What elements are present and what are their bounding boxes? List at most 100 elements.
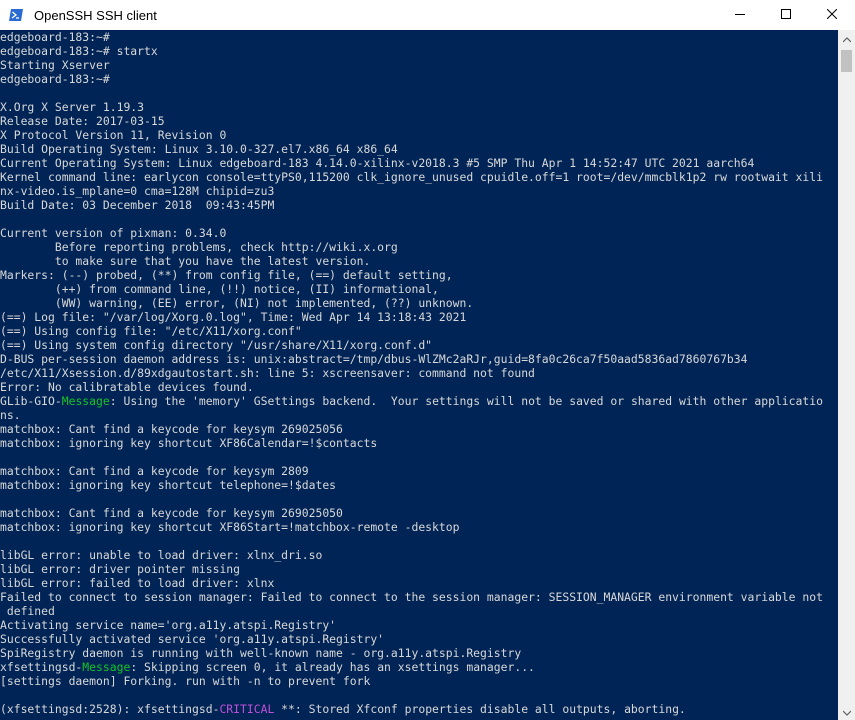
terminal-line: libGL error: driver pointer missing	[0, 562, 838, 576]
terminal-line: Successfully activated service 'org.a11y…	[0, 632, 838, 646]
terminal-line: Markers: (--) probed, (**) from config f…	[0, 268, 838, 282]
terminal-line: defined	[0, 604, 838, 618]
window-controls	[717, 0, 855, 30]
terminal-text: Build Date: 03 December 2018 09:43:45PM	[0, 198, 275, 212]
terminal-line: edgeboard-183:~#	[0, 30, 838, 44]
terminal-line: edgeboard-183:~# startx	[0, 44, 838, 58]
terminal-highlight-text: Message	[61, 394, 110, 408]
terminal-line: xfsettingsd-Message: Skipping screen 0, …	[0, 660, 838, 674]
chevron-up-icon	[842, 30, 851, 48]
terminal-highlight-text: CRITICAL	[219, 702, 275, 716]
minimize-icon	[735, 6, 745, 24]
terminal-line: (==) Using config file: "/etc/X11/xorg.c…	[0, 324, 838, 338]
terminal-text: (++) from command line, (!!) notice, (II…	[0, 282, 439, 296]
terminal-line: (++) from command line, (!!) notice, (II…	[0, 282, 838, 296]
scroll-thumb[interactable]	[841, 50, 852, 72]
terminal-line: D-BUS per-session daemon address is: uni…	[0, 352, 838, 366]
terminal-text: GLib-GIO-	[0, 394, 62, 408]
terminal-text: edgeboard-183:~#	[0, 30, 110, 44]
terminal-text: : Skipping screen 0, it already has an x…	[130, 660, 535, 674]
terminal-text: (xfsettingsd:2528): xfsettingsd-	[0, 702, 220, 716]
terminal-line: Current version of pixman: 0.34.0	[0, 226, 838, 240]
terminal-line: Kernel command line: earlycon console=tt…	[0, 170, 838, 184]
minimize-button[interactable]	[717, 0, 763, 30]
maximize-button[interactable]	[763, 0, 809, 30]
terminal-text: X Protocol Version 11, Revision 0	[0, 128, 227, 142]
terminal-line: nx-video.is_mplane=0 cma=128M chipid=zu3	[0, 184, 838, 198]
terminal-line: to make sure that you have the latest ve…	[0, 254, 838, 268]
terminal-line: matchbox: ignoring key shortcut XF86Cale…	[0, 436, 838, 450]
terminal-text: Release Date: 2017-03-15	[0, 114, 165, 128]
terminal-line: Starting Xserver	[0, 58, 838, 72]
terminal-line: Build Operating System: Linux 3.10.0-327…	[0, 142, 838, 156]
scroll-down-button[interactable]	[838, 703, 855, 720]
terminal-text: Build Operating System: Linux 3.10.0-327…	[0, 142, 398, 156]
terminal-line: Failed to connect to session manager: Fa…	[0, 590, 838, 604]
terminal-line: [settings daemon] Forking. run with -n t…	[0, 674, 838, 688]
terminal-line: Current Operating System: Linux edgeboar…	[0, 156, 838, 170]
terminal-line: Activating service name='org.a11y.atspi.…	[0, 618, 838, 632]
terminal-line: matchbox: Cant find a keycode for keysym…	[0, 464, 838, 478]
terminal-line: SpiRegistry daemon is running with well-…	[0, 646, 838, 660]
vertical-scrollbar[interactable]	[838, 30, 855, 720]
terminal-text: Current version of pixman: 0.34.0	[0, 226, 227, 240]
window-title: OpenSSH SSH client	[34, 7, 157, 23]
close-button[interactable]	[809, 0, 855, 30]
terminal-text: **: Stored Xfconf properties disable all…	[274, 702, 686, 716]
terminal-text: edgeboard-183:~#	[0, 72, 110, 86]
terminal-line: ns.	[0, 408, 838, 422]
terminal-line: matchbox: Cant find a keycode for keysym…	[0, 506, 838, 520]
terminal-text: ns.	[0, 408, 21, 422]
terminal-line: (==) Log file: "/var/log/Xorg.0.log", Ti…	[0, 310, 838, 324]
terminal-text: libGL error: failed to load driver: xlnx	[0, 576, 275, 590]
terminal-text: : Using the 'memory' GSettings backend. …	[109, 394, 823, 408]
terminal-text: edgeboard-183:~# startx	[0, 44, 158, 58]
terminal-text: Markers: (--) probed, (**) from config f…	[0, 268, 453, 282]
terminal-output[interactable]: edgeboard-183:~# edgeboard-183:~# startx S…	[0, 30, 838, 720]
terminal-text: Activating service name='org.a11y.atspi.…	[0, 618, 337, 632]
terminal-line: Before reporting problems, check http://…	[0, 240, 838, 254]
ssh-client-window: OpenSSH SSH client edgeboard-183:~# edgeb…	[0, 0, 855, 720]
terminal-text: Current Operating System: Linux edgeboar…	[0, 156, 755, 170]
terminal-text: matchbox: ignoring key shortcut XF86Star…	[0, 520, 460, 534]
terminal-text: matchbox: Cant find a keycode for keysym…	[0, 506, 343, 520]
terminal-text: Failed to connect to session manager: Fa…	[0, 590, 823, 604]
terminal-highlight-text: Message	[82, 660, 131, 674]
terminal-text: Kernel command line: earlycon console=tt…	[0, 170, 823, 184]
terminal-line: Build Date: 03 December 2018 09:43:45PM	[0, 198, 838, 212]
terminal-line: X Protocol Version 11, Revision 0	[0, 128, 838, 142]
close-icon	[826, 6, 838, 24]
terminal-line: (xfsettingsd:2528): xfsettingsd-CRITICAL…	[0, 702, 838, 716]
terminal-line: matchbox: ignoring key shortcut XF86Star…	[0, 520, 838, 534]
terminal-text: to make sure that you have the latest ve…	[0, 254, 371, 268]
scroll-up-button[interactable]	[838, 30, 855, 47]
terminal-text: X.Org X Server 1.19.3	[0, 100, 145, 114]
terminal-line: matchbox: ignoring key shortcut telephon…	[0, 478, 838, 492]
terminal-text: [settings daemon] Forking. run with -n t…	[0, 674, 371, 688]
terminal-line: edgeboard-183:~#	[0, 72, 838, 86]
terminal-text: Before reporting problems, check http://…	[0, 240, 398, 254]
title-bar[interactable]: OpenSSH SSH client	[0, 0, 855, 30]
terminal-line: Error: No calibratable devices found.	[0, 380, 838, 394]
terminal-text: Successfully activated service 'org.a11y…	[0, 632, 385, 646]
terminal-text: (==) Using system config directory "/usr…	[0, 338, 433, 352]
terminal-line: (WW) warning, (EE) error, (NI) not imple…	[0, 296, 838, 310]
terminal-text: Error: No calibratable devices found.	[0, 380, 254, 394]
terminal-text: libGL error: driver pointer missing	[0, 562, 241, 576]
terminal-text: matchbox: Cant find a keycode for keysym…	[0, 422, 343, 436]
powershell-icon	[8, 7, 24, 23]
terminal-text: xfsettingsd-	[0, 660, 83, 674]
terminal-text: defined	[0, 604, 55, 618]
terminal-line: libGL error: unable to load driver: xlnx…	[0, 548, 838, 562]
terminal-line: X.Org X Server 1.19.3	[0, 100, 838, 114]
terminal-text: Starting Xserver	[0, 58, 110, 72]
terminal-line: Release Date: 2017-03-15	[0, 114, 838, 128]
terminal-text: D-BUS per-session daemon address is: uni…	[0, 352, 748, 366]
maximize-icon	[781, 6, 791, 24]
